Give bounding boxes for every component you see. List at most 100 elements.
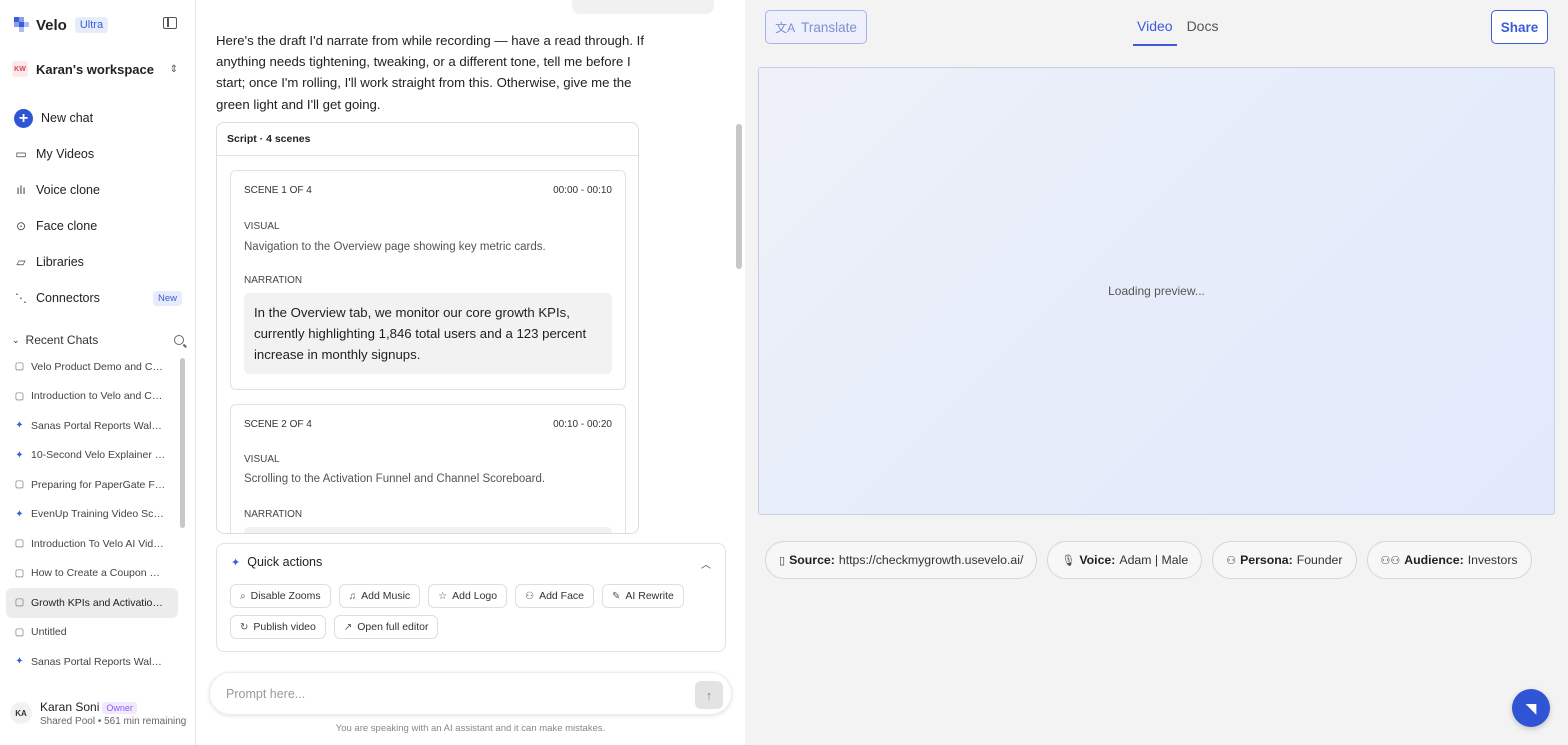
recent-chat-title: Introduction to Velo and Caps... bbox=[31, 390, 167, 403]
plus-icon: + bbox=[14, 108, 33, 128]
chevron-up-icon[interactable]: ︿ bbox=[701, 556, 711, 571]
chip-label: Disable Zooms bbox=[250, 590, 321, 602]
publish-video-button[interactable]: ↻ Publish video bbox=[230, 615, 326, 639]
translate-icon: 文A bbox=[775, 20, 796, 35]
scene-card: SCENE 2 OF 4 00:10 - 00:20 VISUAL Scroll… bbox=[230, 404, 626, 533]
scene-label: SCENE 2 OF 4 bbox=[244, 419, 312, 430]
chat-icon: ▢ bbox=[14, 567, 25, 579]
music-icon: ♫ bbox=[348, 590, 357, 602]
nav-label: New chat bbox=[41, 111, 94, 125]
chevron-up-down-icon: ⇕ bbox=[169, 63, 178, 75]
quick-action-chips: ⌕ Disable Zooms ♫ Add Music ☆ Add Logo ⚇ Add… bbox=[230, 584, 720, 639]
voice-chip[interactable]: 🎙︎ Voice: Adam | Male bbox=[1047, 541, 1203, 579]
recent-chat-item[interactable]: ▢ Untitled bbox=[6, 618, 178, 648]
chat-icon: ▢ bbox=[14, 361, 25, 373]
new-chat-button[interactable]: + New chat bbox=[8, 100, 188, 136]
tab-docs[interactable]: Docs bbox=[1183, 10, 1223, 46]
preview-tabs: Video Docs bbox=[1133, 10, 1222, 46]
user-usage: Shared Pool • 561 min remaining bbox=[40, 716, 187, 727]
recent-chat-title: Preparing for PaperGate Full-... bbox=[31, 478, 167, 491]
nav-label: Voice clone bbox=[36, 183, 100, 197]
sidebar-toggle-icon[interactable] bbox=[163, 17, 177, 29]
loading-text: Loading preview... bbox=[1108, 284, 1205, 298]
sidebar: Velo Ultra KW Karan's workspace ⇕ + New … bbox=[0, 0, 196, 745]
add-music-button[interactable]: ♫ Add Music bbox=[338, 584, 421, 608]
sparkle-icon: ✦ bbox=[15, 449, 24, 461]
open-full-editor-button[interactable]: ↗ Open full editor bbox=[333, 615, 439, 639]
meta-key: Voice: bbox=[1079, 553, 1116, 567]
pencil-icon: ✎ bbox=[612, 590, 621, 602]
send-button[interactable]: ↑ bbox=[695, 681, 723, 709]
chat-scrollbar[interactable] bbox=[736, 124, 742, 269]
share-button[interactable]: Share bbox=[1491, 10, 1548, 44]
connector-icon: ⋱ bbox=[15, 291, 27, 305]
chat-icon: ▢ bbox=[14, 597, 25, 609]
brand-name: Velo bbox=[36, 16, 67, 34]
persona-chip[interactable]: ⚇ Persona: Founder bbox=[1212, 541, 1357, 579]
sidebar-item-my-videos[interactable]: ▭ My Videos bbox=[8, 136, 188, 172]
prompt-input[interactable] bbox=[226, 685, 666, 703]
chat-icon: ▢ bbox=[14, 626, 25, 638]
sidebar-item-connectors[interactable]: ⋱ Connectors New bbox=[8, 280, 188, 316]
external-link-icon: ↗ bbox=[343, 621, 353, 633]
sidebar-item-libraries[interactable]: ▱ Libraries bbox=[8, 244, 188, 280]
visual-label: VISUAL bbox=[244, 221, 280, 232]
recent-chat-item[interactable]: ▢ How to Create a Coupon Cod... bbox=[6, 559, 178, 589]
meta-value: Adam | Male bbox=[1119, 553, 1189, 567]
source-chip[interactable]: ▯ Source: https://checkmygrowth.usevelo.ai… bbox=[765, 541, 1038, 579]
visual-text: Scrolling to the Activation Funnel and C… bbox=[244, 473, 546, 485]
recent-chat-title: 10-Second Velo Explainer Vid... bbox=[31, 449, 167, 462]
video-meta-chips: ▯ Source: https://checkmygrowth.usevelo.ai… bbox=[765, 541, 1532, 579]
prompt-box: ↑ bbox=[209, 672, 732, 715]
add-logo-button[interactable]: ☆ Add Logo bbox=[428, 584, 508, 608]
nav-label: Face clone bbox=[36, 219, 98, 233]
velo-logo-icon bbox=[14, 17, 30, 33]
chip-label: Add Face bbox=[539, 590, 585, 602]
waveform-icon: ılı bbox=[16, 183, 26, 197]
nav-label: Libraries bbox=[36, 255, 84, 269]
recent-chat-item[interactable]: ✦ Sanas Portal Reports Walkthr... bbox=[6, 647, 178, 677]
brand[interactable]: Velo Ultra bbox=[14, 14, 109, 36]
recent-chat-item[interactable]: ✦ Sanas Portal Reports Walkthr... bbox=[6, 411, 178, 441]
translate-button[interactable]: 文A Translate bbox=[765, 10, 867, 44]
narration-text[interactable] bbox=[244, 527, 612, 533]
search-icon[interactable] bbox=[174, 335, 184, 345]
quick-actions-title: Quick actions bbox=[247, 555, 323, 569]
sparkle-icon: ✦ bbox=[231, 556, 241, 569]
recent-chat-item[interactable]: ✦ 10-Second Velo Explainer Vid... bbox=[6, 441, 178, 471]
sparkle-icon: ✦ bbox=[15, 508, 24, 520]
chat-icon: ▢ bbox=[14, 538, 25, 550]
scene-time: 00:00 - 00:10 bbox=[553, 185, 612, 196]
recent-chat-item[interactable]: ▢ Introduction to Velo and Caps... bbox=[6, 382, 178, 412]
sidebar-item-voice-clone[interactable]: ılı Voice clone bbox=[8, 172, 188, 208]
chip-label: Publish video bbox=[253, 621, 316, 633]
ai-rewrite-button[interactable]: ✎ AI Rewrite bbox=[602, 584, 684, 608]
file-icon: ▯ bbox=[779, 554, 786, 567]
user-profile[interactable]: KA Karan Soni Owner Shared Pool • 561 min… bbox=[10, 696, 190, 730]
arrow-up-icon: ↑ bbox=[705, 687, 713, 703]
recent-chat-item[interactable]: ✦ EvenUp Training Video Script bbox=[6, 500, 178, 530]
disable-zooms-button[interactable]: ⌕ Disable Zooms bbox=[230, 584, 331, 608]
video-preview[interactable]: Loading preview... bbox=[758, 67, 1555, 515]
chat-icon: ▢ bbox=[14, 390, 25, 402]
recent-chats-header[interactable]: ⌄ Recent Chats bbox=[12, 332, 184, 348]
recent-chat-item[interactable]: ▢ Velo Product Demo and Caps... bbox=[6, 352, 178, 382]
help-chat-button[interactable]: ◥ bbox=[1512, 689, 1550, 727]
narration-text[interactable]: In the Overview tab, we monitor our core… bbox=[244, 293, 612, 374]
recent-chats-title: Recent Chats bbox=[25, 333, 99, 347]
sidebar-scrollbar[interactable] bbox=[180, 358, 185, 528]
chevron-down-icon: ⌄ bbox=[12, 334, 20, 345]
recent-chat-item[interactable]: ▢ Introduction To Velo AI Video ... bbox=[6, 529, 178, 559]
recent-chat-item[interactable]: ▢ Preparing for PaperGate Full-... bbox=[6, 470, 178, 500]
nav-label: My Videos bbox=[36, 147, 95, 161]
add-face-button[interactable]: ⚇ Add Face bbox=[515, 584, 595, 608]
recent-chat-title: Velo Product Demo and Caps... bbox=[31, 360, 167, 373]
tab-video[interactable]: Video bbox=[1133, 10, 1177, 46]
meta-key: Persona: bbox=[1240, 553, 1293, 567]
recent-chat-item-active[interactable]: ▢ Growth KPIs and Activation F... bbox=[6, 588, 178, 618]
sidebar-item-face-clone[interactable]: ⊙ Face clone bbox=[8, 208, 188, 244]
workspace-switcher[interactable]: KW Karan's workspace ⇕ bbox=[8, 56, 188, 82]
recent-chat-title: How to Create a Coupon Cod... bbox=[31, 567, 167, 580]
narration-label: NARRATION bbox=[244, 275, 303, 286]
audience-chip[interactable]: ⚇⚇ Audience: Investors bbox=[1366, 541, 1532, 579]
